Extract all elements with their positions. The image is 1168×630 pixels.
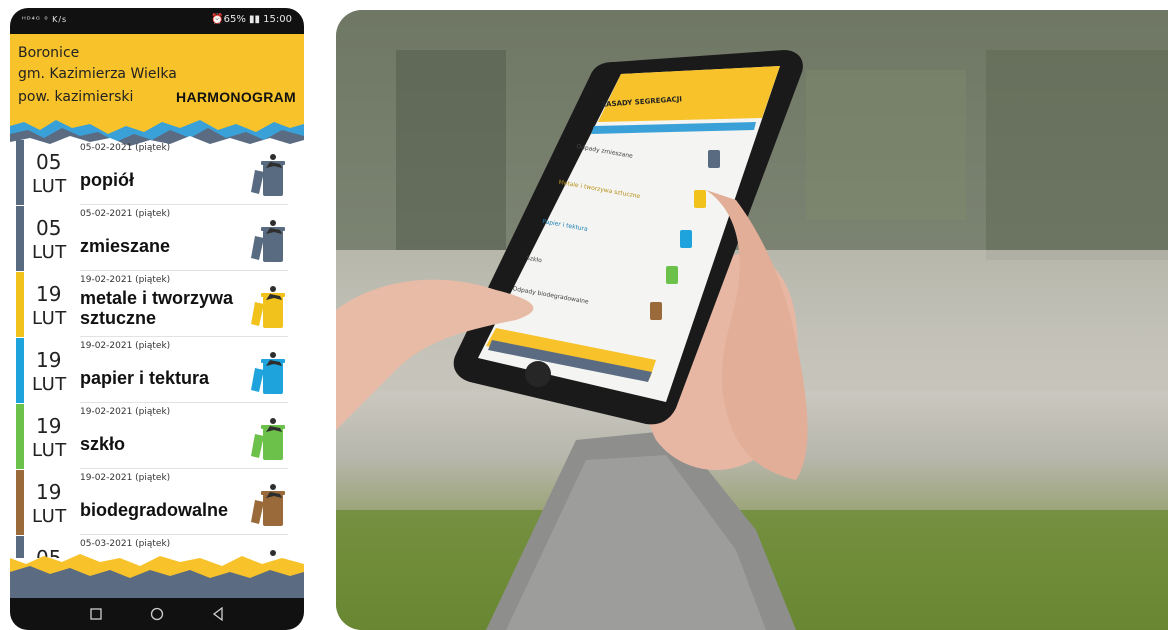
status-battery-time: ⏰65% ▮▮ 15:00 xyxy=(211,14,292,25)
row-month: LUT xyxy=(32,506,67,527)
row-day: 19 xyxy=(36,480,62,504)
android-nav-bar xyxy=(10,598,304,630)
schedule-row[interactable]: 05 LUT 05-02-2021 (piątek) zmieszane xyxy=(10,206,304,271)
row-separator xyxy=(80,468,288,469)
photo-illustration xyxy=(336,10,1168,630)
row-separator xyxy=(80,534,288,535)
row-date: 05-02-2021 (piątek) xyxy=(80,209,171,219)
schedule-row[interactable]: 19 LUT 19-02-2021 (piątek) papier i tekt… xyxy=(10,338,304,403)
category-color-bar xyxy=(16,404,24,469)
row-month: LUT xyxy=(32,242,67,263)
row-date: 19-02-2021 (piątek) xyxy=(80,275,171,285)
footer-wave-decoration xyxy=(10,554,304,600)
location-commune: gm. Kazimierza Wielka xyxy=(18,66,177,82)
schedule-row[interactable]: 05 LUT 05-02-2021 (piątek) popiół xyxy=(10,140,304,205)
trash-bin-icon xyxy=(251,154,285,196)
category-color-bar xyxy=(16,206,24,271)
location-village: Boronice xyxy=(18,45,80,61)
trash-bin-icon xyxy=(251,220,285,262)
status-bar: ᴴᴰ⁴ᴳ ⁰ K/s ⏰65% ▮▮ 15:00 xyxy=(10,8,304,34)
row-waste-type: metale i tworzywa sztuczne xyxy=(80,288,234,328)
back-button[interactable] xyxy=(208,604,228,624)
back-triangle-icon xyxy=(212,607,223,621)
row-separator xyxy=(80,336,288,337)
row-separator xyxy=(80,270,288,271)
category-color-bar xyxy=(16,272,24,337)
schedule-row[interactable]: 19 LUT 19-02-2021 (piątek) metale i twor… xyxy=(10,272,304,337)
row-date: 19-02-2021 (piątek) xyxy=(80,341,171,351)
row-separator xyxy=(80,402,288,403)
row-separator xyxy=(80,204,288,205)
row-month: LUT xyxy=(32,308,67,329)
harmonogram-tab[interactable]: HARMONOGRAM xyxy=(176,89,296,105)
schedule-row[interactable]: 19 LUT 19-02-2021 (piątek) szkło xyxy=(10,404,304,469)
trash-bin-icon xyxy=(251,286,285,328)
row-day: 19 xyxy=(36,348,62,372)
category-color-bar xyxy=(16,338,24,403)
row-day: 19 xyxy=(36,414,62,438)
recent-apps-button[interactable] xyxy=(86,604,106,624)
square-icon xyxy=(90,608,102,620)
row-waste-type: szkło xyxy=(80,434,126,454)
promo-photo: ZASADY SEGREGACJI Odpady zmieszane Metal… xyxy=(336,10,1168,630)
schedule-row[interactable]: 19 LUT 19-02-2021 (piątek) biodegradowal… xyxy=(10,470,304,535)
location-county: pow. kazimierski xyxy=(18,89,134,105)
row-month: LUT xyxy=(32,176,67,197)
row-day: 05 xyxy=(36,216,62,240)
row-month: LUT xyxy=(32,374,67,395)
home-button[interactable] xyxy=(147,604,167,624)
row-day: 05 xyxy=(36,150,62,174)
category-color-bar xyxy=(16,470,24,535)
row-waste-type: popiół xyxy=(80,170,134,190)
category-color-bar xyxy=(16,140,24,205)
schedule-list[interactable]: 05 LUT 05-02-2021 (piątek) popiół 05 LUT… xyxy=(10,140,304,558)
row-waste-type: zmieszane xyxy=(80,236,171,256)
trash-bin-icon xyxy=(251,352,285,394)
trash-bin-icon xyxy=(251,484,285,526)
status-network: ᴴᴰ⁴ᴳ ⁰ K/s xyxy=(22,15,68,24)
phone-screenshot: ᴴᴰ⁴ᴳ ⁰ K/s ⏰65% ▮▮ 15:00 Boronice gm. Ka… xyxy=(10,8,304,630)
location-header: Boronice gm. Kazimierza Wielka pow. kazi… xyxy=(10,34,304,150)
circle-icon xyxy=(150,607,164,621)
row-date: 19-02-2021 (piątek) xyxy=(80,473,171,483)
row-date: 05-02-2021 (piątek) xyxy=(80,143,171,153)
trash-bin-icon xyxy=(251,418,285,460)
row-month: LUT xyxy=(32,440,67,461)
row-day: 19 xyxy=(36,282,62,306)
row-date: 19-02-2021 (piątek) xyxy=(80,407,171,417)
row-waste-type: biodegradowalne xyxy=(80,500,229,520)
row-waste-type: papier i tektura xyxy=(80,368,210,388)
